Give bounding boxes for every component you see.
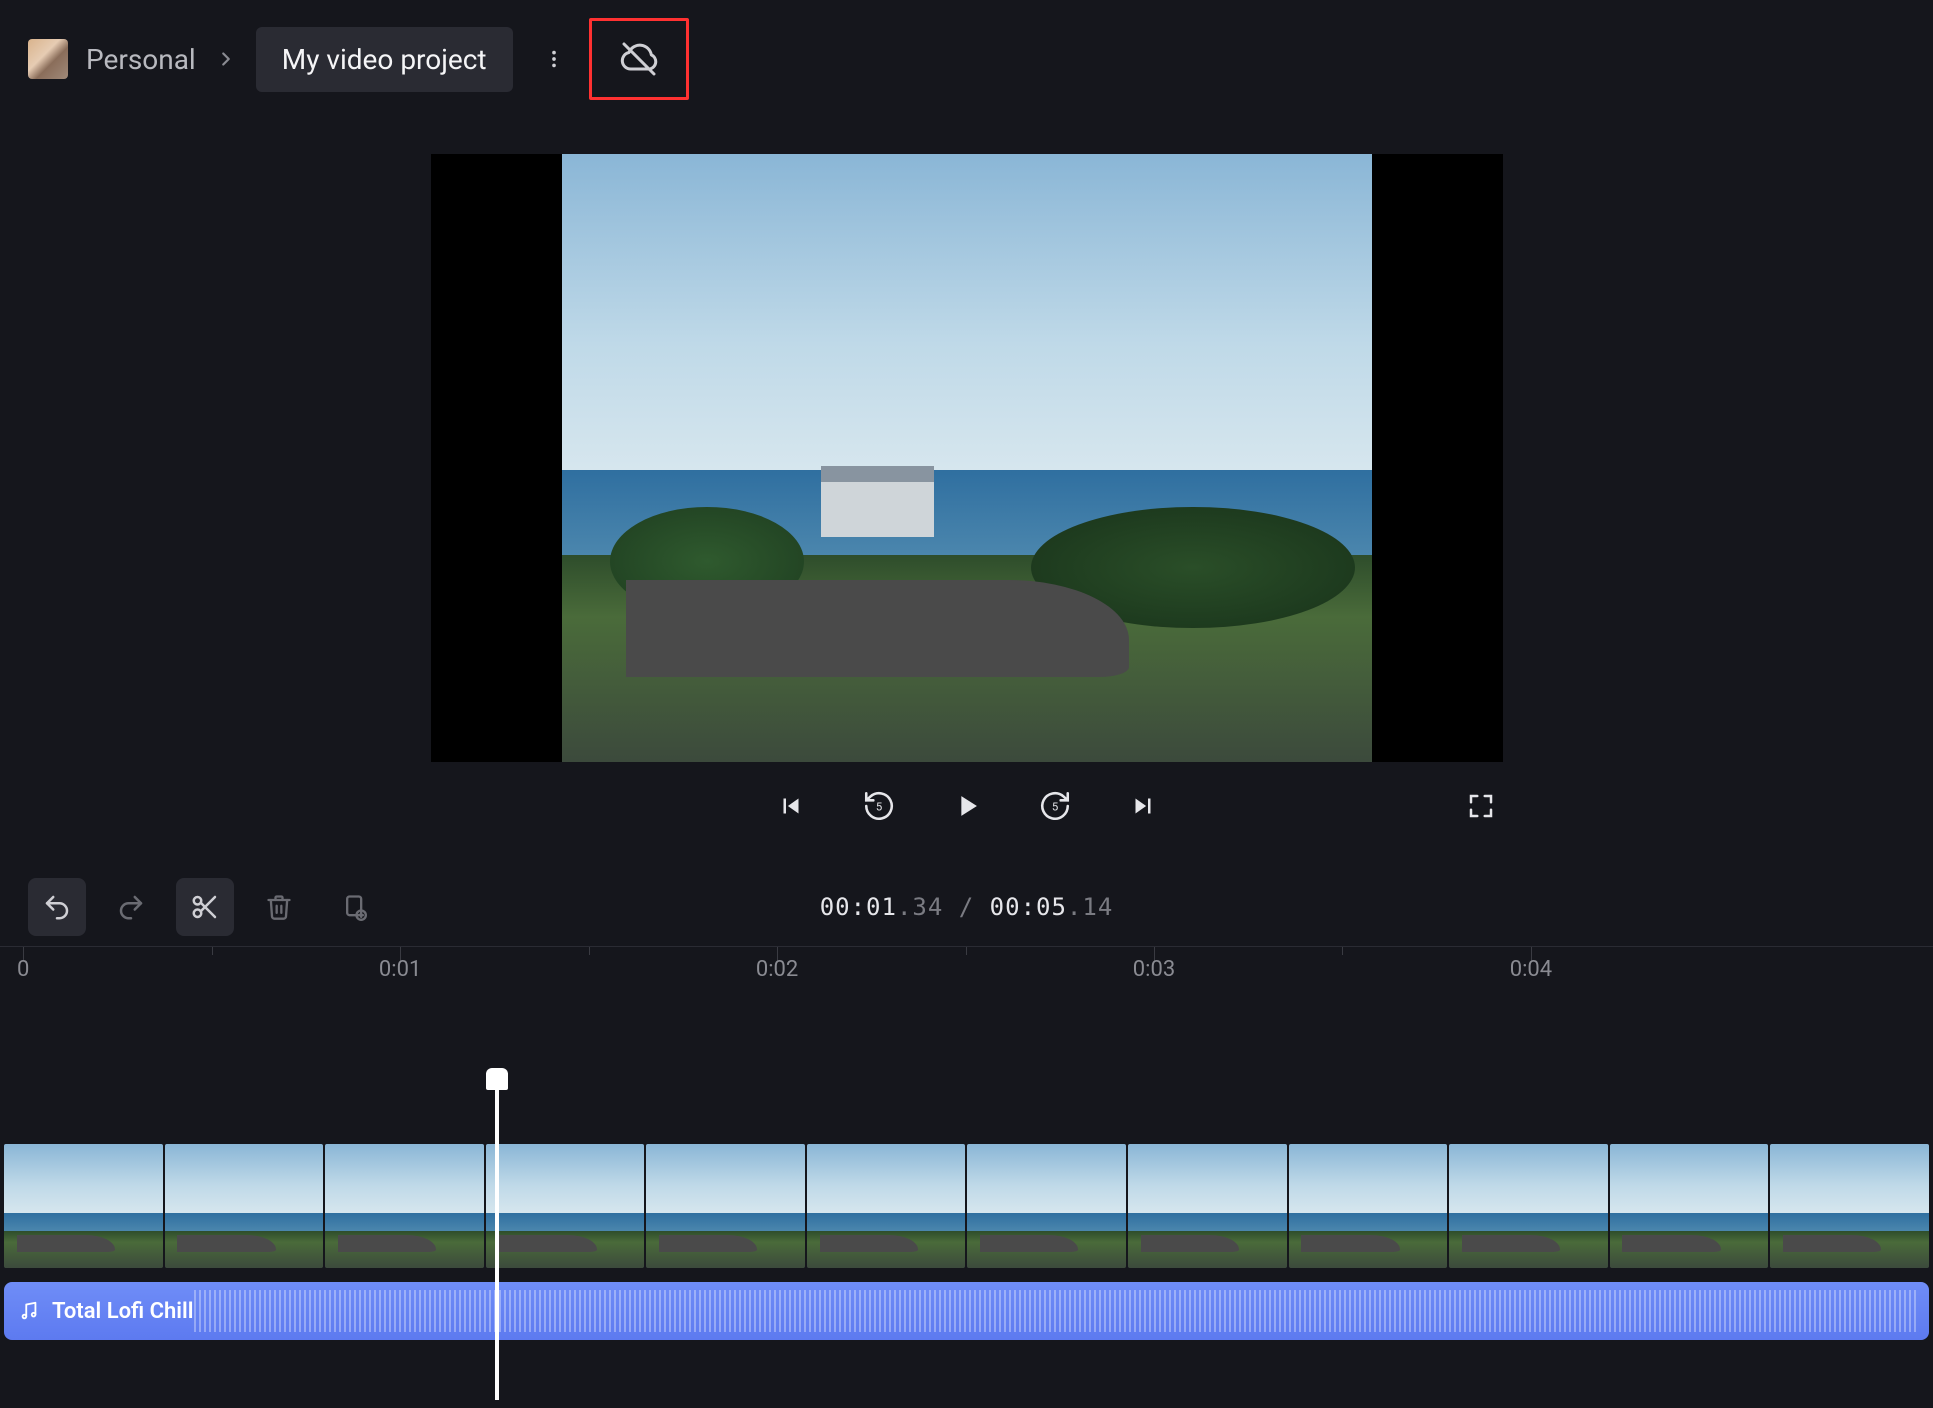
video-thumbnail[interactable]: [1128, 1144, 1287, 1268]
svg-text:5: 5: [875, 799, 881, 813]
video-thumbnail[interactable]: [486, 1144, 645, 1268]
ruler-label: 0: [17, 957, 29, 982]
preview-image: [562, 154, 1372, 762]
timecode-separator: /: [943, 893, 989, 921]
video-thumbnail[interactable]: [967, 1144, 1126, 1268]
video-thumbnail[interactable]: [1770, 1144, 1929, 1268]
ruler-label: 0:03: [1133, 957, 1175, 982]
fullscreen-icon: [1466, 791, 1496, 821]
cloud-off-icon: [619, 39, 659, 79]
avatar[interactable]: [28, 39, 68, 79]
skip-previous-button[interactable]: [769, 784, 813, 828]
redo-icon: [116, 892, 146, 922]
video-thumbnail[interactable]: [1289, 1144, 1448, 1268]
more-vertical-icon: [543, 48, 565, 70]
video-thumbnail[interactable]: [807, 1144, 966, 1268]
skip-previous-icon: [776, 791, 806, 821]
forward-5-icon: 5: [1038, 789, 1072, 823]
preview-area: 5 5: [0, 154, 1933, 828]
video-thumbnail[interactable]: [646, 1144, 805, 1268]
ruler-label: 0:01: [379, 957, 421, 982]
video-thumbnail[interactable]: [1449, 1144, 1608, 1268]
play-icon: [950, 789, 984, 823]
play-button[interactable]: [945, 784, 989, 828]
music-note-icon: [18, 1300, 40, 1322]
fullscreen-button[interactable]: [1459, 784, 1503, 828]
workspace-name[interactable]: Personal: [86, 43, 196, 76]
timecode-current-main: 00:01: [820, 893, 897, 921]
video-thumbnail[interactable]: [4, 1144, 163, 1268]
audio-clip[interactable]: Total Lofi Chill: [4, 1282, 1929, 1340]
replay-5-button[interactable]: 5: [857, 784, 901, 828]
undo-icon: [42, 892, 72, 922]
scissors-icon: [190, 892, 220, 922]
timecode-total-main: 00:05: [990, 893, 1067, 921]
audio-clip-label: Total Lofi Chill: [52, 1299, 193, 1324]
undo-button[interactable]: [28, 878, 86, 936]
trash-icon: [265, 893, 293, 921]
skip-next-icon: [1128, 791, 1158, 821]
more-options-button[interactable]: [531, 36, 577, 82]
cloud-sync-button[interactable]: [613, 33, 665, 85]
project-title[interactable]: My video project: [256, 27, 513, 92]
ruler-label: 0:04: [1510, 957, 1552, 982]
chevron-right-icon: [214, 47, 238, 71]
paste-button[interactable]: [324, 878, 382, 936]
svg-text:5: 5: [1051, 799, 1057, 813]
video-thumbnail[interactable]: [325, 1144, 484, 1268]
redo-button[interactable]: [102, 878, 160, 936]
timeline-ruler[interactable]: 0 0:01 0:02 0:03 0:04: [0, 946, 1933, 994]
playback-controls: 5 5: [431, 784, 1503, 828]
timecode-display: 00:01.34 / 00:05.14: [820, 893, 1114, 921]
header-bar: Personal My video project: [0, 0, 1933, 118]
timeline-toolbar: 00:01.34 / 00:05.14: [0, 868, 1933, 936]
paste-add-icon: [339, 893, 367, 921]
playhead[interactable]: [495, 1086, 499, 1400]
split-button[interactable]: [176, 878, 234, 936]
timeline[interactable]: Total Lofi Chill: [0, 1144, 1933, 1400]
forward-5-button[interactable]: 5: [1033, 784, 1077, 828]
replay-5-icon: 5: [862, 789, 896, 823]
preview-frame[interactable]: [431, 154, 1503, 762]
ruler-label: 0:02: [756, 957, 798, 982]
highlighted-cloud-button: [589, 18, 689, 100]
skip-next-button[interactable]: [1121, 784, 1165, 828]
video-thumbnail[interactable]: [1610, 1144, 1769, 1268]
video-track[interactable]: [0, 1144, 1933, 1268]
video-thumbnail[interactable]: [165, 1144, 324, 1268]
timecode-current-sub: .34: [897, 893, 943, 921]
audio-waveform: [194, 1290, 1919, 1332]
delete-button[interactable]: [250, 878, 308, 936]
timecode-total-sub: .14: [1067, 893, 1113, 921]
